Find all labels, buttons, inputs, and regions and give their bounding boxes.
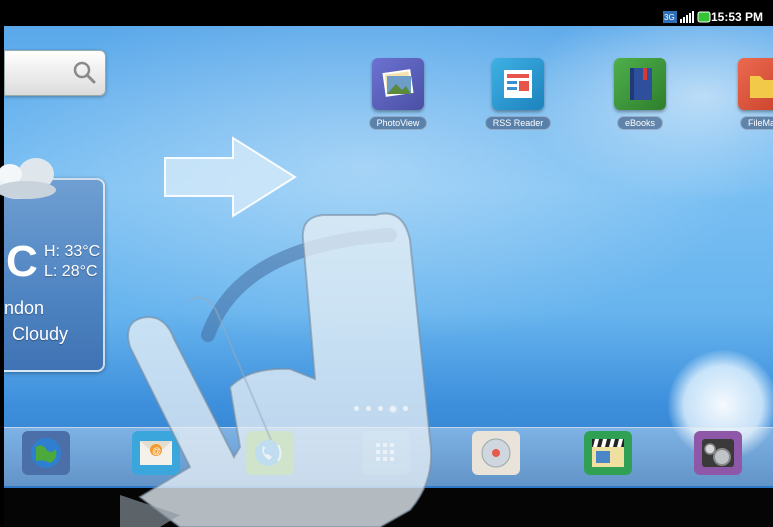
settings-icon [694, 431, 742, 475]
status-time: 15:53 PM [710, 10, 763, 24]
signal-icon [680, 10, 694, 23]
globe-icon [22, 431, 70, 475]
3g-icon: 3G [663, 10, 677, 23]
cloud-icon [0, 158, 56, 199]
app-ebooks[interactable]: eBooks [604, 58, 676, 131]
status-bar: 3G 15:53 PM [4, 8, 773, 26]
folder-icon [738, 58, 773, 110]
battery-icon [697, 10, 711, 23]
hand-gesture-icon [120, 212, 433, 527]
tablet-screen: 3G 15:53 PM C H: 33°C L: 28°C ndon Cloud… [0, 0, 773, 527]
status-icons: 3G [663, 10, 711, 23]
app-rss-reader[interactable]: RSS Reader [482, 58, 554, 131]
weather-city: ndon [4, 298, 45, 318]
search-icon[interactable] [71, 59, 97, 85]
rss-icon [492, 58, 544, 110]
app-filemanager[interactable]: FileMan [728, 58, 773, 131]
dock-settings[interactable] [690, 427, 746, 477]
weather-high: H: 33°C [44, 243, 101, 260]
photo-icon [372, 58, 424, 110]
search-widget[interactable] [4, 50, 106, 96]
weather-condition: Cloudy [12, 324, 69, 344]
weather-low: L: 28°C [44, 263, 98, 280]
app-label: RSS Reader [484, 116, 552, 130]
app-label: FileMan [739, 116, 773, 130]
app-photoview[interactable]: PhotoView [362, 58, 434, 131]
dock-browser[interactable] [18, 427, 74, 477]
app-label: PhotoView [368, 116, 428, 130]
book-icon [614, 58, 666, 110]
svg-text:3G: 3G [664, 13, 675, 22]
temperature-value: C [6, 237, 38, 286]
app-label: eBooks [616, 116, 664, 130]
